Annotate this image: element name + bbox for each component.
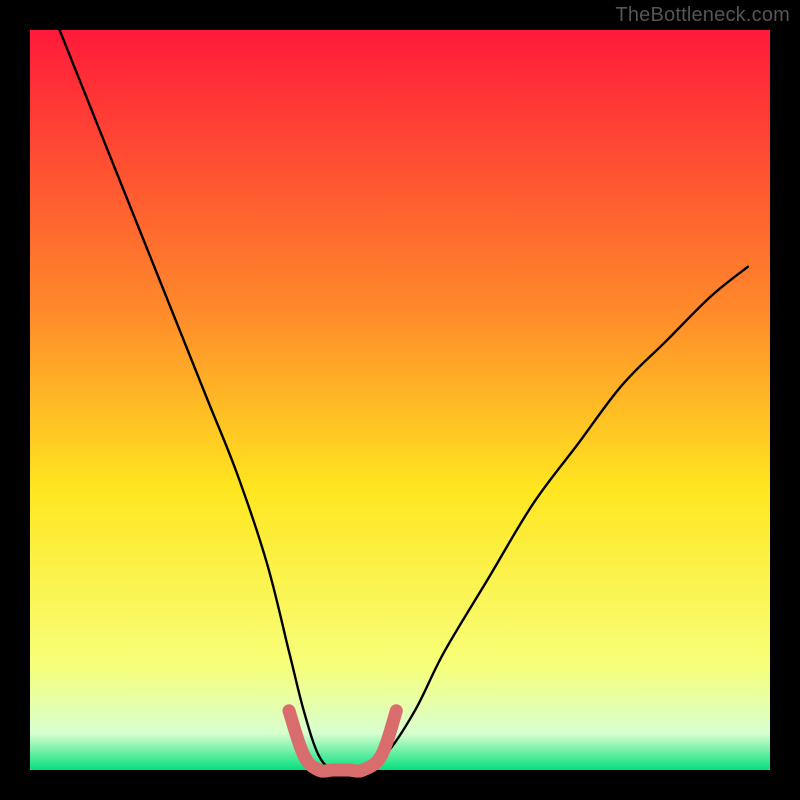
watermark-text: TheBottleneck.com	[615, 4, 790, 27]
chart-frame: { "watermark": "TheBottleneck.com", "col…	[0, 0, 800, 800]
bottleneck-chart	[0, 0, 800, 800]
plot-background-gradient	[30, 30, 770, 770]
